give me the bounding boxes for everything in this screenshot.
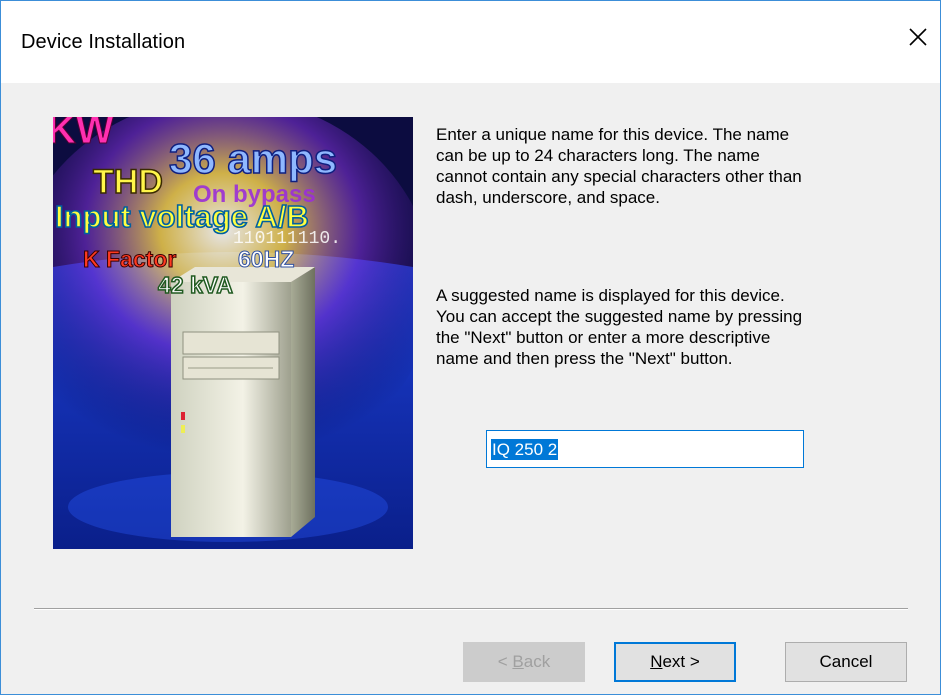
back-button-mnemonic: B (512, 652, 524, 671)
close-button[interactable] (896, 13, 940, 65)
back-button-prefix: < (497, 652, 513, 671)
art-label-amps: 36 amps (169, 135, 337, 182)
power-monitor-illustration: KW 36 amps THD On bypass Input voltage A… (53, 117, 413, 549)
next-button-label: ext > (662, 652, 700, 671)
device-name-input[interactable]: IQ 250 2 (486, 430, 804, 468)
next-button-mnemonic: N (650, 652, 663, 671)
cancel-button-label: Cancel (819, 652, 873, 671)
cancel-button[interactable]: Cancel (785, 642, 907, 682)
next-button[interactable]: Next > (614, 642, 736, 682)
suggested-name-text: A suggested name is displayed for this d… (436, 286, 803, 368)
window-title: Device Installation (21, 31, 186, 53)
art-label-thd: THD (93, 163, 163, 201)
button-separator (34, 608, 908, 610)
art-label-kw: KW (53, 117, 114, 152)
art-label-kva: 42 kVA (158, 272, 233, 298)
back-button-label: ack (523, 652, 551, 671)
device-name-selected-text: IQ 250 2 (491, 439, 559, 460)
art-label-kfactor: K Factor (83, 246, 176, 272)
device-installation-dialog: Device Installation KW 36 amps THD On by… (0, 0, 941, 695)
name-requirements-text: Enter a unique name for this device. The… (436, 125, 802, 207)
back-button[interactable]: < Back (463, 642, 585, 682)
illustration-graphic: KW 36 amps THD On bypass Input voltage A… (53, 117, 413, 549)
close-icon (909, 28, 927, 46)
art-label-60hz: 60HZ (238, 246, 294, 272)
title-bar[interactable]: Device Installation (1, 1, 940, 83)
